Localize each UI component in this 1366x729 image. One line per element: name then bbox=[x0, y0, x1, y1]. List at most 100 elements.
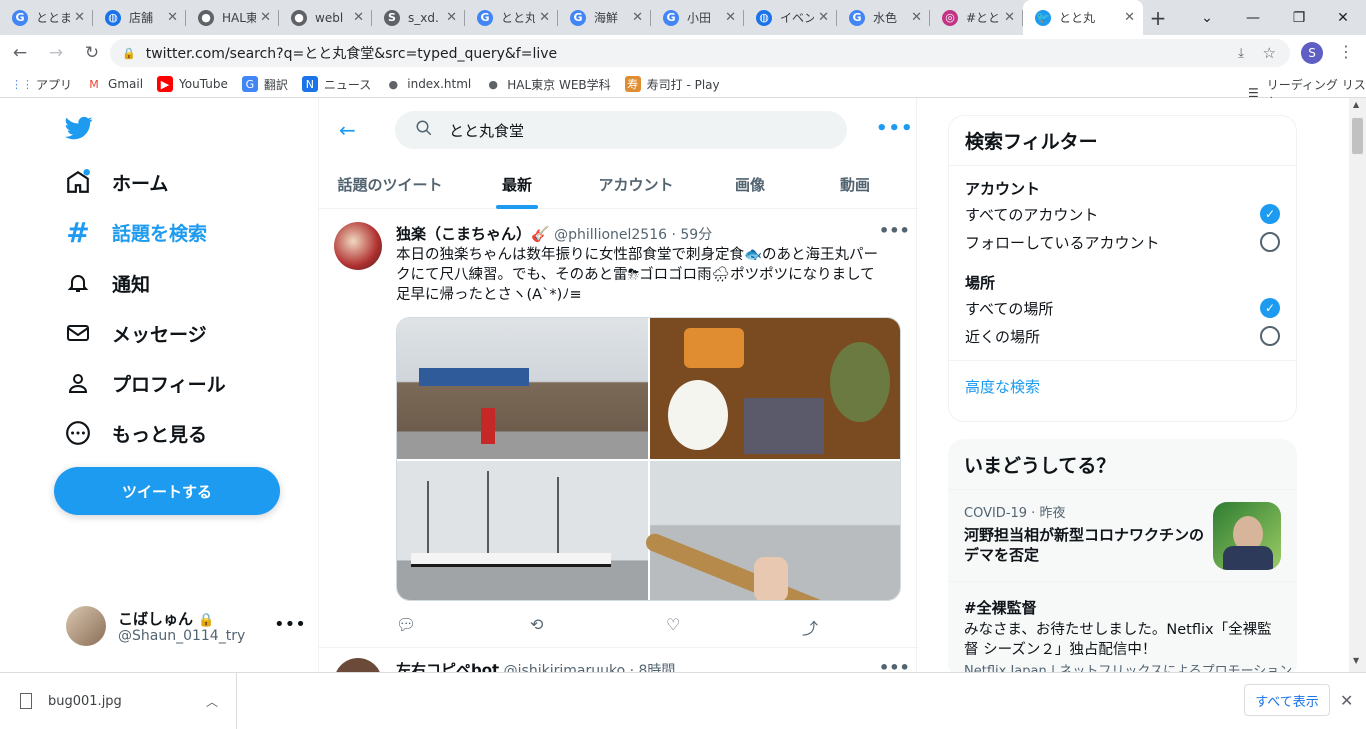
profile-avatar[interactable]: S bbox=[1301, 42, 1323, 64]
tab-images[interactable]: 画像 bbox=[715, 160, 785, 209]
filter-all-accounts[interactable]: すべてのアカウント ✓ bbox=[965, 200, 1280, 228]
bookmark-item[interactable]: ● index.html bbox=[385, 76, 471, 92]
retweet-icon[interactable]: ⟲ bbox=[530, 615, 543, 634]
scroll-down-icon[interactable]: ▼ bbox=[1353, 656, 1359, 665]
account-switcher[interactable]: こばしゅん 🔒 @Shaun_0114_try ••• bbox=[66, 606, 306, 648]
close-tab-icon[interactable]: ✕ bbox=[539, 10, 550, 25]
browser-tab[interactable]: Ss_xd. ✕ bbox=[372, 0, 465, 35]
browser-tab[interactable]: ◍ 店舗 ✕ bbox=[93, 0, 186, 35]
nav-home[interactable]: ホーム bbox=[64, 162, 168, 202]
browser-tab[interactable]: 🐦 とと丸 ✕ bbox=[1023, 0, 1143, 35]
share-icon[interactable]: ⤴ bbox=[802, 615, 818, 639]
close-tab-icon[interactable]: ✕ bbox=[446, 10, 457, 25]
new-tab-button[interactable]: + bbox=[1143, 0, 1173, 35]
close-tab-icon[interactable]: ✕ bbox=[632, 10, 643, 25]
browser-tab[interactable]: G 水色 ✕ bbox=[837, 0, 930, 35]
close-tab-icon[interactable]: ✕ bbox=[74, 10, 85, 25]
reply-icon[interactable]: 💬︎ bbox=[396, 615, 416, 634]
bookmark-item[interactable]: 寿寿司打 - Play bbox=[624, 76, 720, 93]
browser-tab[interactable]: ◍ イベン ✕ bbox=[744, 0, 837, 35]
nav-messages[interactable]: メッセージ bbox=[64, 313, 207, 353]
reload-icon[interactable]: ↻ bbox=[76, 37, 108, 69]
bookmark-item[interactable]: ▶ YouTube bbox=[157, 76, 228, 92]
close-tab-icon[interactable]: ✕ bbox=[1004, 10, 1015, 25]
tweet-more-icon[interactable]: ••• bbox=[879, 221, 910, 240]
chevron-up-icon[interactable]: ︿ bbox=[206, 693, 218, 710]
close-tab-icon[interactable]: ✕ bbox=[260, 10, 271, 25]
tab-accounts[interactable]: アカウント bbox=[581, 160, 691, 209]
bookmark-item[interactable]: M Gmail bbox=[86, 76, 143, 92]
browser-tab[interactable]: G ととま ✕ bbox=[0, 0, 93, 35]
photo-shakuhachi[interactable] bbox=[643, 461, 900, 600]
nav-more[interactable]: もっと見る bbox=[64, 413, 207, 453]
browser-tab[interactable]: G 海鮮 ✕ bbox=[558, 0, 651, 35]
tweet-avatar[interactable] bbox=[334, 658, 382, 672]
bookmark-star-icon[interactable]: ☆ bbox=[1263, 44, 1276, 62]
nav-explore[interactable]: # 話題を検索 bbox=[64, 212, 207, 252]
browser-tab[interactable]: G とと丸 ✕ bbox=[465, 0, 558, 35]
tweet-author-name[interactable]: 独楽（こまちゃん）🎸 bbox=[396, 225, 550, 243]
bookmark-item[interactable]: G 翻訳 bbox=[241, 76, 288, 93]
close-tab-icon[interactable]: ✕ bbox=[818, 10, 829, 25]
bookmark-item[interactable]: ● HAL東京 WEB学科 bbox=[485, 76, 610, 93]
back-arrow-icon[interactable]: ← bbox=[339, 118, 356, 142]
show-all-downloads-button[interactable]: すべて表示 bbox=[1244, 684, 1330, 716]
twitter-logo-icon[interactable] bbox=[63, 114, 95, 142]
address-bar[interactable]: 🔒 twitter.com/search?q=とと丸食堂&src=typed_q… bbox=[110, 39, 1290, 67]
search-input[interactable]: とと丸食堂 bbox=[395, 111, 847, 149]
scrollbar-thumb[interactable] bbox=[1352, 118, 1363, 154]
radio-checked-icon[interactable]: ✓ bbox=[1260, 298, 1280, 318]
browser-tab[interactable]: ● HAL東 ✕ bbox=[186, 0, 279, 35]
tab-latest[interactable]: 最新 bbox=[471, 160, 563, 209]
download-item[interactable]: bug001.jpg ︿ bbox=[0, 673, 237, 729]
tweet-more-icon[interactable]: ••• bbox=[879, 658, 910, 672]
close-tab-icon[interactable]: ✕ bbox=[353, 10, 364, 25]
browser-tab[interactable]: G 小田 ✕ bbox=[651, 0, 744, 35]
tweet-avatar[interactable] bbox=[334, 222, 382, 270]
photo-restaurant[interactable] bbox=[397, 318, 648, 459]
bookmark-item[interactable]: N ニュース bbox=[301, 76, 371, 93]
close-tab-icon[interactable]: ✕ bbox=[167, 10, 178, 25]
radio-empty-icon[interactable] bbox=[1260, 326, 1280, 346]
minimize-button[interactable]: — bbox=[1230, 0, 1276, 35]
install-icon[interactable]: ⤓ bbox=[1238, 46, 1244, 61]
filter-following-accounts[interactable]: フォローしているアカウント bbox=[965, 228, 1280, 256]
advanced-search-link[interactable]: 高度な検索 bbox=[949, 360, 1296, 412]
browser-tab[interactable]: ● webl ✕ bbox=[279, 0, 372, 35]
search-options-icon[interactable]: ••• bbox=[876, 118, 914, 139]
close-tab-icon[interactable]: ✕ bbox=[911, 10, 922, 25]
tab-videos[interactable]: 動画 bbox=[825, 160, 885, 209]
page-scrollbar[interactable]: ▲ ▼ bbox=[1349, 98, 1366, 672]
tweet-time[interactable]: 8時間 bbox=[639, 663, 676, 672]
maximize-button[interactable]: ❐ bbox=[1276, 0, 1322, 35]
trend-item[interactable]: #全裸監督 みなさま、お待たせしました。Netflix「全裸監督 シーズン２」独… bbox=[948, 581, 1297, 672]
filter-all-places[interactable]: すべての場所 ✓ bbox=[965, 294, 1280, 322]
bookmark-item[interactable]: ⋮⋮ アプリ bbox=[11, 76, 72, 93]
trend-item[interactable]: COVID-19 · 昨夜 河野担当相が新型コロナワクチンのデマを否定 bbox=[948, 489, 1297, 581]
close-icon[interactable]: ✕ bbox=[1340, 691, 1353, 710]
browser-tab[interactable]: ◎ #とと ✕ bbox=[930, 0, 1023, 35]
account-more-icon[interactable]: ••• bbox=[274, 614, 306, 635]
browser-menu-icon[interactable]: ⋮ bbox=[1338, 42, 1354, 61]
nav-notifications[interactable]: 通知 bbox=[64, 263, 150, 303]
photo-sashimi-set[interactable] bbox=[650, 318, 900, 459]
close-tab-icon[interactable]: ✕ bbox=[1124, 10, 1135, 25]
tweet-button[interactable]: ツイートする bbox=[54, 467, 280, 515]
like-icon[interactable]: ♡ bbox=[666, 615, 680, 634]
nav-profile[interactable]: プロフィール bbox=[64, 363, 226, 403]
tweet[interactable]: 独楽（こまちゃん）🎸 @phillionel2516 · 59分 ••• 本日の… bbox=[319, 209, 918, 648]
close-tab-icon[interactable]: ✕ bbox=[725, 10, 736, 25]
radio-empty-icon[interactable] bbox=[1260, 232, 1280, 252]
back-arrow-icon[interactable]: ← bbox=[4, 37, 36, 69]
filter-near-places[interactable]: 近くの場所 bbox=[965, 322, 1280, 350]
radio-checked-icon[interactable]: ✓ bbox=[1260, 204, 1280, 224]
tab-search-icon[interactable]: ⌄ bbox=[1184, 0, 1230, 35]
scroll-up-icon[interactable]: ▲ bbox=[1353, 100, 1359, 109]
forward-arrow-icon[interactable]: → bbox=[40, 37, 72, 69]
tweet[interactable]: 左右コピペbot @ishikirimaruuko · 8時間 ••• bbox=[319, 648, 918, 672]
tweet-author-name[interactable]: 左右コピペbot bbox=[396, 661, 499, 672]
photo-sailing-ship[interactable] bbox=[397, 461, 648, 600]
tweet-time[interactable]: 59分 bbox=[680, 227, 712, 243]
close-window-button[interactable]: ✕ bbox=[1320, 0, 1366, 35]
tab-top[interactable]: 話題のツイート bbox=[319, 160, 461, 209]
